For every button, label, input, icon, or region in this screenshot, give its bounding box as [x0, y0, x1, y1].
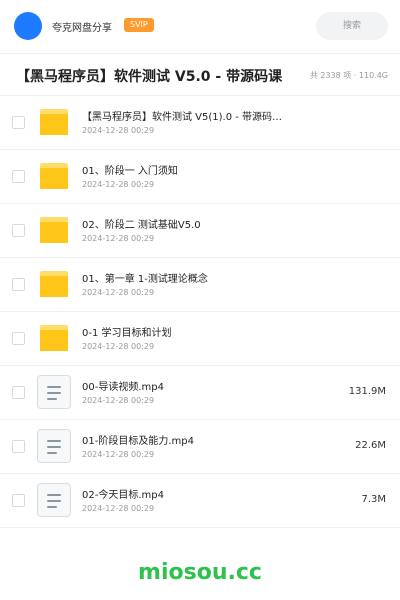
document-icon [37, 483, 71, 517]
select-checkbox[interactable] [12, 386, 25, 399]
file-name: 00-导读视频.mp4 [82, 382, 164, 393]
select-checkbox[interactable] [12, 440, 25, 453]
svip-badge: SVIP [124, 18, 154, 32]
document-icon [37, 375, 71, 409]
file-name: 01-阶段目标及能力.mp4 [82, 436, 194, 447]
select-checkbox[interactable] [12, 170, 25, 183]
top-bar: 夸克网盘分享 SVIP 搜索 [0, 0, 400, 54]
file-name: 0-1 学习目标和计划 [82, 328, 172, 339]
file-date: 2024-12-28 00:29 [82, 396, 155, 405]
item-count: 共 2338 项 · 110.4G [309, 71, 388, 80]
list-item[interactable]: 02-今天目标.mp4 2024-12-28 00:29 7.3M [0, 474, 400, 528]
file-list: 【黑马程序员】软件测试 V5(1).0 - 带源码… 2024-12-28 00… [0, 96, 400, 528]
list-item[interactable]: 【黑马程序员】软件测试 V5(1).0 - 带源码… 2024-12-28 00… [0, 96, 400, 150]
list-item[interactable]: 01-阶段目标及能力.mp4 2024-12-28 00:29 22.6M [0, 420, 400, 474]
list-item[interactable]: 01、第一章 1-测试理论概念 2024-12-28 00:29 [0, 258, 400, 312]
file-date: 2024-12-28 00:29 [82, 450, 155, 459]
folder-icon [38, 215, 70, 247]
file-name: 02-今天目标.mp4 [82, 490, 164, 501]
avatar[interactable] [14, 12, 42, 40]
file-size: 7.3M [361, 494, 386, 505]
document-icon [37, 429, 71, 463]
search-button[interactable]: 搜索 [316, 12, 388, 40]
folder-icon [38, 107, 70, 139]
select-checkbox[interactable] [12, 224, 25, 237]
page-title: 【黑马程序员】软件测试 V5.0 - 带源码课 [16, 69, 283, 85]
file-date: 2024-12-28 00:29 [82, 126, 155, 135]
list-item[interactable]: 01、阶段一 入门须知 2024-12-28 00:29 [0, 150, 400, 204]
share-username: 夸克网盘分享 [52, 23, 112, 34]
file-date: 2024-12-28 00:29 [82, 288, 155, 297]
file-date: 2024-12-28 00:29 [82, 180, 155, 189]
watermark: miosou.cc [138, 560, 262, 585]
file-date: 2024-12-28 00:29 [82, 234, 155, 243]
file-name: 【黑马程序员】软件测试 V5(1).0 - 带源码… [82, 112, 283, 123]
select-checkbox[interactable] [12, 494, 25, 507]
file-name: 02、阶段二 测试基础V5.0 [82, 220, 201, 231]
file-size: 131.9M [348, 386, 386, 397]
folder-header: 【黑马程序员】软件测试 V5.0 - 带源码课 共 2338 项 · 110.4… [0, 54, 400, 96]
list-item[interactable]: 00-导读视频.mp4 2024-12-28 00:29 131.9M [0, 366, 400, 420]
select-checkbox[interactable] [12, 332, 25, 345]
list-item[interactable]: 0-1 学习目标和计划 2024-12-28 00:29 [0, 312, 400, 366]
folder-icon [38, 323, 70, 355]
file-date: 2024-12-28 00:29 [82, 504, 155, 513]
select-checkbox[interactable] [12, 278, 25, 291]
file-date: 2024-12-28 00:29 [82, 342, 155, 351]
folder-icon [38, 161, 70, 193]
file-size: 22.6M [355, 440, 386, 451]
select-checkbox[interactable] [12, 116, 25, 129]
file-name: 01、第一章 1-测试理论概念 [82, 274, 208, 285]
folder-icon [38, 269, 70, 301]
list-item[interactable]: 02、阶段二 测试基础V5.0 2024-12-28 00:29 [0, 204, 400, 258]
file-name: 01、阶段一 入门须知 [82, 166, 178, 177]
